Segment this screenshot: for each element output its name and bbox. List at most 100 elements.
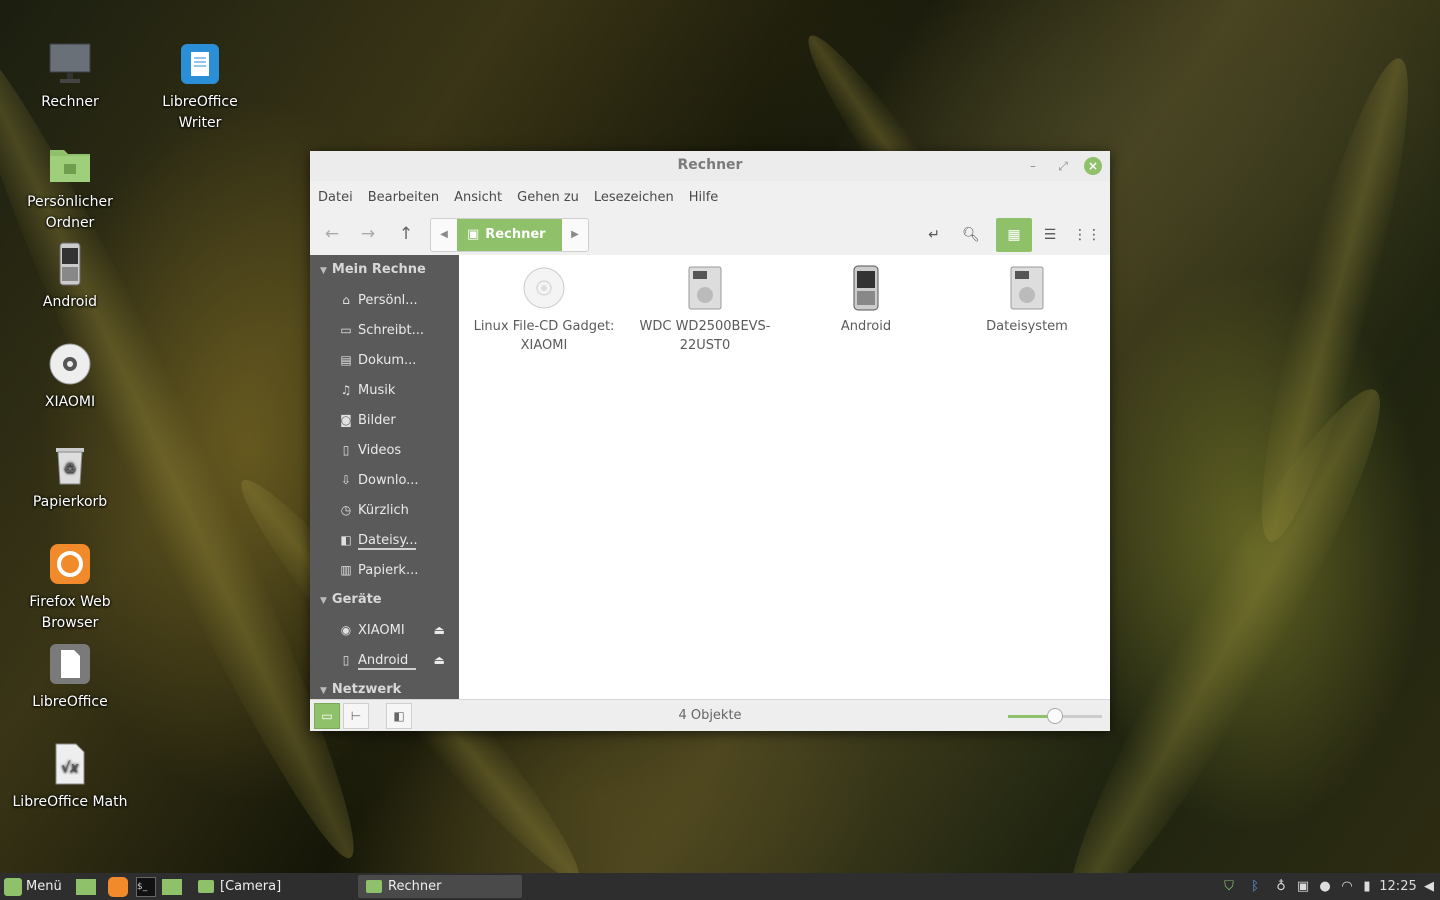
network-icon[interactable]: ◠ xyxy=(1336,873,1358,900)
back-arrow-icon[interactable]: ← xyxy=(316,219,348,249)
desktop-icon-writer[interactable]: LibreOffice Writer xyxy=(140,42,260,134)
path-right-arrow-icon[interactable]: ▶ xyxy=(562,219,588,251)
sidebar-section-computer[interactable]: ▼ Mein Rechne xyxy=(310,255,459,285)
battery-icon[interactable]: ▮ xyxy=(1356,873,1378,900)
close-icon[interactable]: × xyxy=(1084,157,1102,175)
redshift-icon[interactable]: ♁ xyxy=(1270,873,1292,900)
zoom-slider-knob[interactable] xyxy=(1047,708,1063,724)
sidebar-section-devices[interactable]: ▼ Geräte xyxy=(310,585,459,615)
sidebar-item-pictures[interactable]: ◙ Bilder xyxy=(310,405,459,435)
volume-icon[interactable]: ◀ xyxy=(1418,873,1440,900)
file-item-cd[interactable]: Linux File-CD Gadget: XIAOMI xyxy=(464,265,624,355)
usage-bar xyxy=(358,548,416,550)
up-arrow-icon[interactable]: ↑ xyxy=(390,219,422,249)
desktop-icon-rechner[interactable]: Rechner xyxy=(10,42,130,113)
sidebar-item-personal[interactable]: ⌂ Persönl... xyxy=(310,285,459,315)
desktop-icon-math[interactable]: √x LibreOffice Math xyxy=(10,742,130,813)
toolbar: ← → ↑ ◀ ▣ Rechner ▶ ↵ 🔍︎ ▦ ☰ ⋮⋮ xyxy=(310,213,1110,255)
file-label: Android xyxy=(840,319,892,334)
sidebar-item-recent[interactable]: ◷ Kürzlich xyxy=(310,495,459,525)
desktop-icon-firefox[interactable]: Firefox Web Browser xyxy=(10,542,130,634)
sidebar-item-trash[interactable]: ▥ Papierk... xyxy=(310,555,459,585)
desktop-icon-libreoffice[interactable]: LibreOffice xyxy=(10,642,130,713)
menu-gehen-zu[interactable]: Gehen zu xyxy=(517,190,579,205)
folder-icon xyxy=(198,880,214,893)
terminal-launcher-icon[interactable]: $_ xyxy=(136,873,158,900)
minimize-icon[interactable]: – xyxy=(1024,157,1042,175)
window-titlebar[interactable]: Rechner – ⤢ × xyxy=(310,151,1110,181)
desktop-icon-label: Papierkorb xyxy=(32,494,108,510)
svg-text:♻: ♻ xyxy=(64,461,77,477)
path-left-arrow-icon[interactable]: ◀ xyxy=(431,219,457,251)
sidebar-item-music[interactable]: ♫ Musik xyxy=(310,375,459,405)
icon-view-button[interactable]: ▦ xyxy=(996,218,1032,252)
sidebar: ▼ Mein Rechne ⌂ Persönl... ▭ Schreibt... ▤ D… xyxy=(310,255,459,699)
toggle-location-icon[interactable]: ↵ xyxy=(916,218,952,252)
desktop-icon: ▭ xyxy=(340,323,352,337)
file-item-android[interactable]: Android xyxy=(786,265,946,336)
clock-icon: ◷ xyxy=(340,503,352,517)
desktop-icon-label: LibreOffice xyxy=(32,694,108,710)
svg-text:√x: √x xyxy=(61,760,79,776)
sidebar-item-filesystem[interactable]: ◧ Dateisy... xyxy=(310,525,459,555)
optical-disc-icon xyxy=(522,265,566,311)
taskbar: Menü $_ [Camera] Rechner ⛉ ᛒ ♁ ▣ ● ◠ ▮ 1… xyxy=(0,873,1440,900)
menu-bearbeiten[interactable]: Bearbeiten xyxy=(368,190,439,205)
harddisk-icon xyxy=(683,265,727,311)
menu-datei[interactable]: Datei xyxy=(318,190,353,205)
desktop-icon-label: Firefox Web Browser xyxy=(29,594,111,631)
desktop-icon-home[interactable]: Persönlicher Ordner xyxy=(10,142,130,234)
sidebar-item-desktop[interactable]: ▭ Schreibt... xyxy=(310,315,459,345)
sidebar-item-documents[interactable]: ▤ Dokum... xyxy=(310,345,459,375)
desktop-icon-label: LibreOffice Math xyxy=(12,794,128,810)
menu-ansicht[interactable]: Ansicht xyxy=(454,190,502,205)
desktop-icon-android[interactable]: Android xyxy=(10,242,130,313)
phone-icon: ▯ xyxy=(342,653,350,667)
path-crumb-rechner[interactable]: ▣ Rechner xyxy=(457,219,562,251)
optical-disc-icon xyxy=(48,342,92,386)
bluetooth-icon[interactable]: ᛒ xyxy=(1244,873,1266,900)
trash-icon: ♻ xyxy=(48,442,92,486)
user-icon[interactable]: ● xyxy=(1314,873,1336,900)
file-label: Linux File-CD Gadget: XIAOMI xyxy=(473,319,615,353)
disc-icon: ◉ xyxy=(340,623,352,637)
clock[interactable]: 12:25 xyxy=(1378,873,1418,900)
file-label: Dateisystem xyxy=(986,319,1068,334)
firefox-icon xyxy=(48,542,92,586)
phone-icon xyxy=(844,265,888,311)
task-rechner[interactable]: Rechner xyxy=(358,875,522,898)
monitor-icon xyxy=(48,42,92,86)
firefox-launcher-icon[interactable] xyxy=(108,873,130,900)
file-item-filesystem[interactable]: Dateisystem xyxy=(947,265,1107,336)
desktop-icon-label: Persönlicher Ordner xyxy=(27,194,113,231)
zoom-slider[interactable] xyxy=(1008,708,1102,724)
desktop-icon-trash[interactable]: ♻ Papierkorb xyxy=(10,442,130,513)
show-desktop-icon[interactable] xyxy=(76,873,98,900)
task-camera[interactable]: [Camera] xyxy=(190,875,354,898)
trash-icon: ▥ xyxy=(340,563,352,577)
forward-arrow-icon[interactable]: → xyxy=(352,219,384,249)
files-launcher-icon[interactable] xyxy=(162,873,184,900)
compact-view-button[interactable]: ⋮⋮ xyxy=(1069,218,1105,252)
desktop-icon-label: Android xyxy=(42,294,98,310)
menu-button[interactable]: Menü xyxy=(4,873,62,900)
removable-drive-icon[interactable]: ▣ xyxy=(1292,873,1314,900)
list-view-button[interactable]: ☰ xyxy=(1032,218,1068,252)
desktop-icon-xiaomi[interactable]: XIAOMI xyxy=(10,342,130,413)
usage-bar xyxy=(358,668,416,670)
file-item-harddisk[interactable]: WDC WD2500BEVS-22UST0 xyxy=(625,265,785,355)
shield-icon[interactable]: ⛉ xyxy=(1218,873,1240,900)
menu-hilfe[interactable]: Hilfe xyxy=(689,190,719,205)
menu-bar: Datei Bearbeiten Ansicht Gehen zu Leseze… xyxy=(310,181,1110,213)
maximize-icon[interactable]: ⤢ xyxy=(1054,157,1072,175)
sidebar-item-videos[interactable]: ▯ Videos xyxy=(310,435,459,465)
sidebar-item-xiaomi[interactable]: ◉ XIAOMI ⏏ xyxy=(310,615,459,645)
sidebar-item-downloads[interactable]: ⇩ Downlo... xyxy=(310,465,459,495)
menu-lesezeichen[interactable]: Lesezeichen xyxy=(594,190,674,205)
search-icon[interactable]: 🔍︎ xyxy=(953,218,989,252)
harddisk-icon xyxy=(1005,265,1049,311)
sidebar-item-android[interactable]: ▯ Android ⏏ xyxy=(310,645,459,675)
eject-icon[interactable]: ⏏ xyxy=(434,645,445,675)
sidebar-section-network[interactable]: ▼ Netzwerk xyxy=(310,675,459,699)
eject-icon[interactable]: ⏏ xyxy=(434,615,445,645)
